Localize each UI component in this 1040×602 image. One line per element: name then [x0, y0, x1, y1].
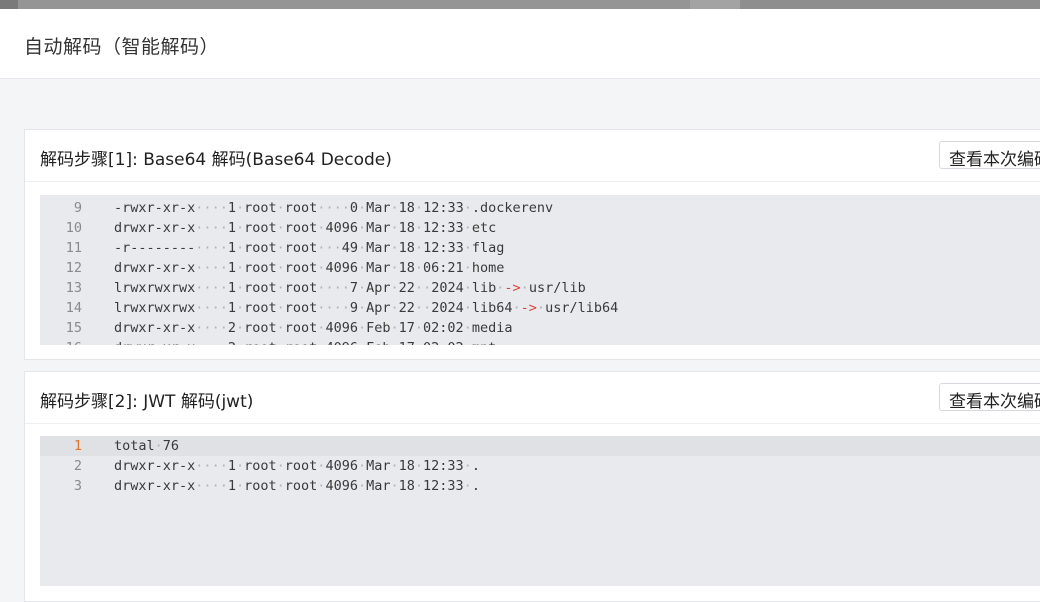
- page-title: 自动解码（智能解码）: [24, 36, 220, 58]
- code-lines: 9 -rwxr-xr-x····1·root·root····0·Mar·18·1…: [40, 198, 1040, 345]
- line-text: total·76: [114, 438, 180, 454]
- line-number: 11: [65, 240, 82, 256]
- decode-step-card-2: 解码步骤[2]: JWT 解码(jwt) 查看本次编码 1 total·76 2 dr…: [24, 371, 1040, 602]
- line-number: 12: [65, 260, 82, 276]
- line-text: drwxr-xr-x····1·root·root·4096·Mar·18·12…: [114, 220, 497, 236]
- code-line: 10 drwxr-xr-x····1·root·root·4096·Mar·18·…: [40, 218, 1040, 238]
- line-text: -r--------····1·root·root···49·Mar·18·12…: [114, 240, 505, 256]
- card-header: 解码步骤[1]: Base64 解码(Base64 Decode) 查看本次编码: [25, 130, 1040, 182]
- code-line: 11 -r--------····1·root·root···49·Mar·18·…: [40, 238, 1040, 258]
- decode-step-card-1: 解码步骤[1]: Base64 解码(Base64 Decode) 查看本次编码…: [24, 129, 1040, 360]
- code-line: 9 -rwxr-xr-x····1·root·root····0·Mar·18·1…: [40, 198, 1040, 218]
- code-line: 15 drwxr-xr-x····2·root·root·4096·Feb·17·…: [40, 318, 1040, 338]
- code-viewer[interactable]: 1 total·76 2 drwxr-xr-x····1·root·root·4096…: [40, 436, 1040, 586]
- line-number: 1: [73, 438, 82, 454]
- step-title: 解码步骤[1]: Base64 解码(Base64 Decode): [40, 150, 392, 170]
- code-line: 2 drwxr-xr-x····1·root·root·4096·Mar·18·1…: [40, 456, 1040, 476]
- code-line: 14 lrwxrwxrwx····1·root·root····9·Apr·22·…: [40, 298, 1040, 318]
- code-line: 12 drwxr-xr-x····1·root·root·4096·Mar·18·…: [40, 258, 1040, 278]
- view-encoding-button[interactable]: 查看本次编码: [939, 383, 1040, 411]
- line-number: 9: [73, 200, 82, 216]
- line-number: 16: [40, 338, 82, 345]
- top-bar-segment: [18, 0, 690, 9]
- line-text: drwxr-xr-x····1·root·root·4096·Mar·18·12…: [114, 458, 480, 474]
- line-text: -rwxr-xr-x····1·root·root····0·Mar·18·12…: [114, 200, 554, 216]
- code-lines: 1 total·76 2 drwxr-xr-x····1·root·root·4096…: [40, 436, 1040, 496]
- code-line: 3 drwxr-xr-x····1·root·root·4096·Mar·18·1…: [40, 476, 1040, 496]
- code-line: 13 lrwxrwxrwx····1·root·root····7·Apr·22·…: [40, 278, 1040, 298]
- line-text: drwxr-xr-x····1·root·root·4096·Mar·18·06…: [114, 260, 505, 276]
- line-text: drwxr-xr-x····2·root·root·4096·Feb·17·02…: [114, 320, 513, 336]
- card-header: 解码步骤[2]: JWT 解码(jwt) 查看本次编码: [25, 372, 1040, 424]
- code-viewer[interactable]: 9 -rwxr-xr-x····1·root·root····0·Mar·18·1…: [40, 195, 1040, 345]
- top-bar-segment: [0, 0, 18, 9]
- line-text: lrwxrwxrwx····1·root·root····7·Apr·22··2…: [114, 280, 586, 296]
- line-text: drwxr-xr-x····1·root·root·4096·Mar·18·12…: [114, 478, 480, 494]
- line-number: 14: [65, 300, 82, 316]
- line-text: drwxr-xr-x····2·root·root·4096·Feb·17·02…: [114, 338, 496, 345]
- line-number: 2: [73, 458, 82, 474]
- top-bar: [0, 0, 1040, 9]
- line-number: 10: [65, 220, 82, 236]
- line-number: 3: [73, 478, 82, 494]
- line-number: 15: [65, 320, 82, 336]
- line-number: 13: [65, 280, 82, 296]
- top-bar-segment: [690, 0, 740, 9]
- line-text: lrwxrwxrwx····1·root·root····9·Apr·22··2…: [114, 300, 619, 316]
- code-line: 1 total·76: [40, 436, 1040, 456]
- view-encoding-button[interactable]: 查看本次编码: [939, 141, 1040, 169]
- step-title: 解码步骤[2]: JWT 解码(jwt): [40, 392, 254, 412]
- code-line: 16 drwxr-xr-x····2·root·root·4096·Feb·17·…: [40, 338, 1040, 345]
- top-bar-segment: [740, 0, 1040, 9]
- page-header: 自动解码（智能解码）: [0, 9, 1040, 79]
